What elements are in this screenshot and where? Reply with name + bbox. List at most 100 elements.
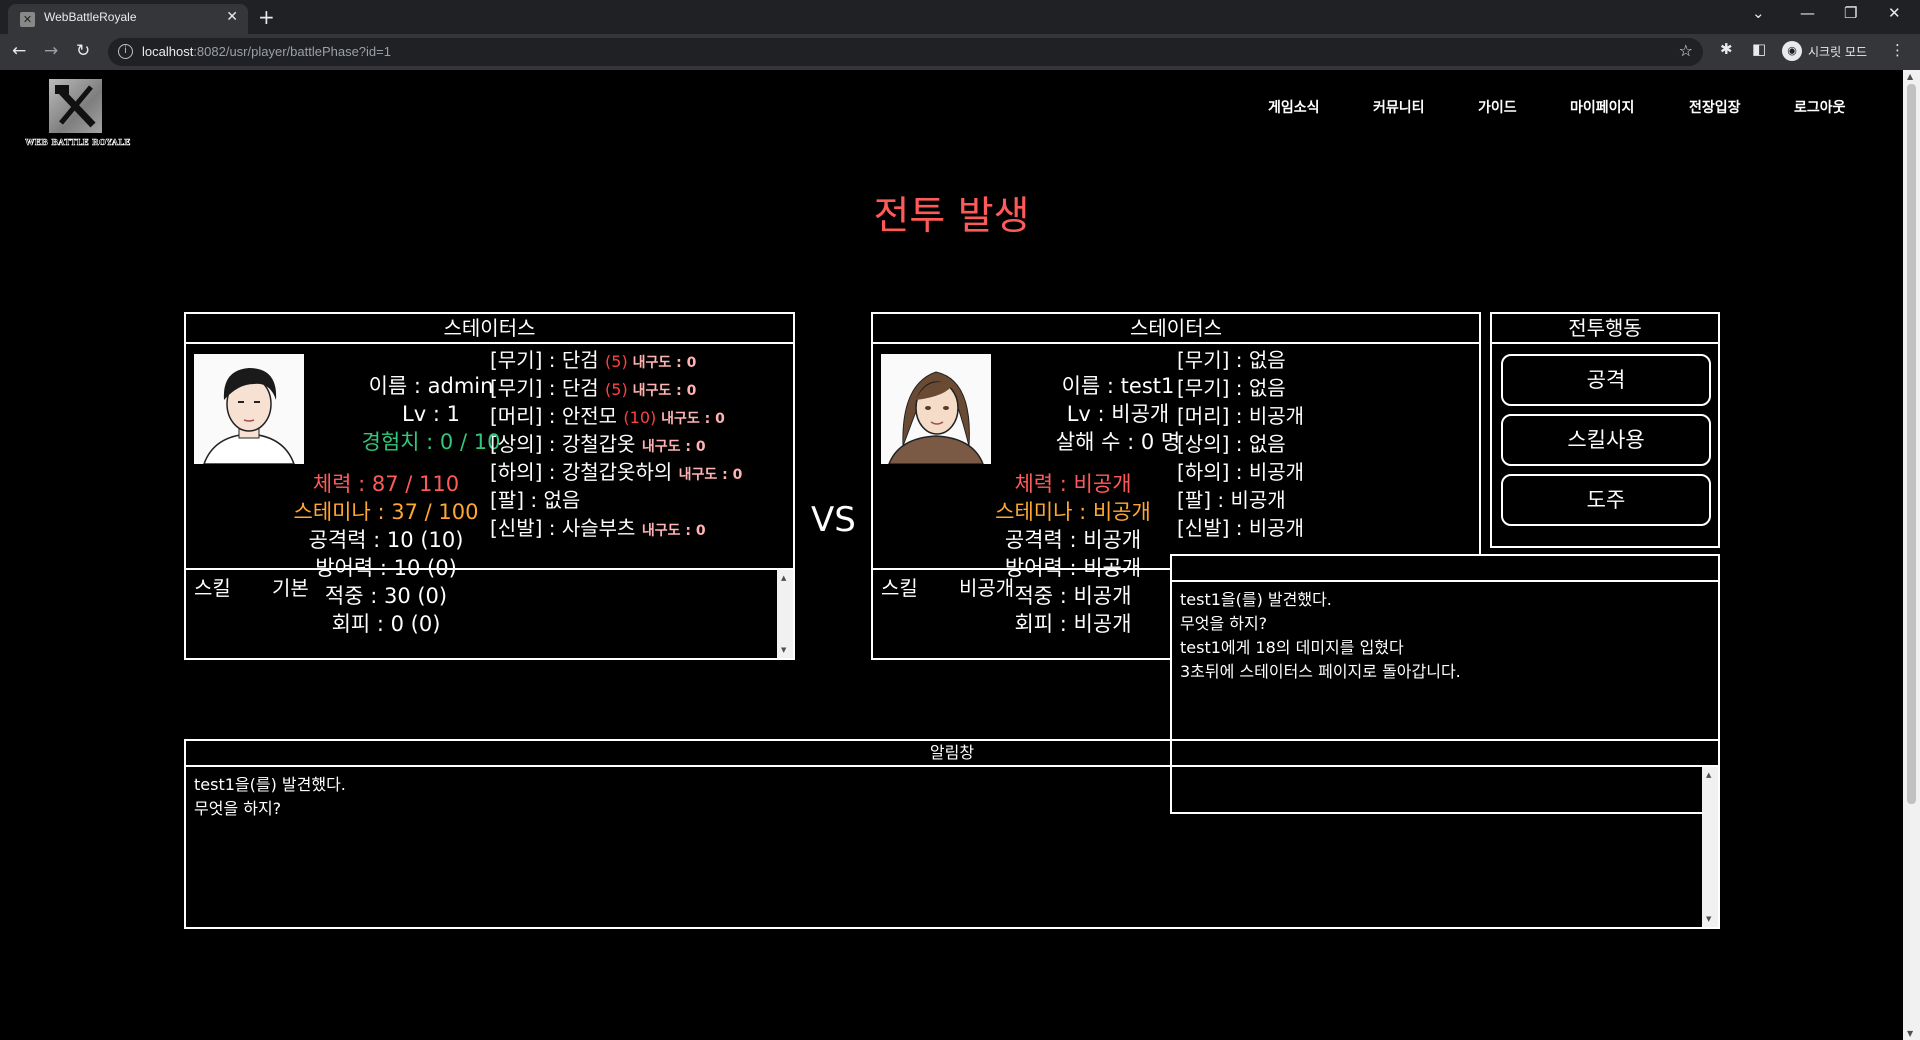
nav-logout[interactable]: 로그아웃 bbox=[1794, 97, 1846, 117]
alert-lines: test1을(를) 발견했다. 무엇을 하지? bbox=[194, 773, 346, 821]
use-skill-button[interactable]: 스킬사용 bbox=[1501, 414, 1711, 466]
player-portrait bbox=[194, 354, 304, 464]
player-skill-value: 기본 bbox=[272, 576, 309, 600]
site-logo[interactable]: WEB BATTLE ROYALE bbox=[17, 79, 139, 151]
vs-label: VS bbox=[811, 500, 856, 540]
player-skill-scrollbar[interactable]: ▲ ▼ bbox=[777, 570, 793, 658]
equip-label: [신발] : 사슬부츠 bbox=[490, 516, 642, 540]
browser-menu-icon[interactable]: ⋮ bbox=[1890, 41, 1905, 59]
scroll-down-icon[interactable]: ▼ bbox=[1907, 1029, 1913, 1038]
bookmark-star-icon[interactable]: ☆ bbox=[1679, 41, 1693, 60]
enemy-portrait bbox=[881, 354, 991, 464]
web-page: WEB BATTLE ROYALE 게임소식 커뮤니티 가이드 마이페이지 전장… bbox=[0, 70, 1903, 1040]
close-window-icon[interactable]: ✕ bbox=[1888, 4, 1901, 22]
battle-action-header: 전투행동 bbox=[1492, 314, 1718, 344]
alert-scrollbar[interactable]: ▲ ▼ bbox=[1702, 767, 1718, 927]
browser-tab[interactable]: ✕ WebBattleRoyale ✕ bbox=[8, 4, 248, 34]
tab-title: WebBattleRoyale bbox=[44, 10, 137, 24]
scroll-down-icon[interactable]: ▼ bbox=[781, 646, 786, 654]
enemy-hp: 체력 : 비공개 bbox=[1014, 472, 1132, 496]
equip-label: [하의] : 강철갑옷하의 bbox=[490, 460, 679, 484]
battle-action-panel: 전투행동 공격 스킬사용 도주 bbox=[1490, 312, 1720, 548]
log-line: 3초뒤에 스테이터스 페이지로 돌아갑니다. bbox=[1180, 662, 1461, 681]
flee-button[interactable]: 도주 bbox=[1501, 474, 1711, 526]
enemy-equip-top: [상의] : 없음 bbox=[1177, 432, 1286, 456]
restore-icon[interactable]: ❐ bbox=[1844, 4, 1857, 22]
player-skill-label: 스킬 bbox=[194, 576, 231, 600]
incognito-label: 시크릿 모드 bbox=[1808, 44, 1868, 59]
enemy-equip-bottom: [하의] : 비공개 bbox=[1177, 460, 1305, 484]
logo-text: WEB BATTLE ROYALE bbox=[25, 137, 131, 148]
site-info-icon[interactable]: i bbox=[118, 44, 133, 59]
reload-icon[interactable]: ↻ bbox=[76, 41, 90, 61]
equip-durability: 내구도 : 0 bbox=[656, 411, 725, 427]
scroll-up-icon[interactable]: ▲ bbox=[1706, 771, 1711, 779]
new-tab-icon[interactable]: + bbox=[258, 5, 275, 29]
scroll-up-icon[interactable]: ▲ bbox=[781, 574, 786, 582]
alert-panel: 알림창 test1을(를) 발견했다. 무엇을 하지? ▲ ▼ bbox=[184, 739, 1720, 929]
incognito-indicator[interactable]: ◉ 시크릿 모드 bbox=[1782, 39, 1867, 63]
enemy-skill-value: 비공개 bbox=[959, 576, 1015, 600]
battle-title: 전투 발생 bbox=[873, 194, 1030, 239]
equip-label: [머리] : 안전모 bbox=[490, 404, 624, 428]
nav-community[interactable]: 커뮤니티 bbox=[1373, 97, 1425, 117]
player-equip-arm: [팔] : 없음 bbox=[490, 486, 580, 514]
back-icon[interactable]: ← bbox=[12, 41, 26, 61]
url-field[interactable]: i localhost:8082/usr/player/battlePhase?… bbox=[108, 38, 1703, 66]
player-status-panel: 스테이터스 이름 : admin Lv : 1 경험치 : 0 / 10 체력 … bbox=[184, 312, 795, 660]
enemy-equip-weapon-1: [무기] : 없음 bbox=[1177, 348, 1286, 372]
page-scrollbar[interactable]: ▲ ▼ bbox=[1903, 70, 1920, 1040]
browser-tabbar: ✕ WebBattleRoyale ✕ + ⌄ — ❐ ✕ bbox=[0, 0, 1920, 34]
log-line: 무엇을 하지? bbox=[1180, 614, 1268, 633]
player-attack: 공격력 : 10 (10) bbox=[308, 528, 464, 552]
extensions-icon[interactable]: ✱ bbox=[1720, 40, 1733, 58]
equip-bonus: (5) bbox=[605, 352, 628, 371]
enemy-status-header: 스테이터스 bbox=[873, 314, 1479, 344]
address-bar-row: ← → ↻ i localhost:8082/usr/player/battle… bbox=[0, 34, 1920, 70]
battle-log-header bbox=[1172, 556, 1718, 582]
side-panel-icon[interactable]: ◧ bbox=[1752, 40, 1766, 58]
alert-header: 알림창 bbox=[186, 741, 1718, 767]
equip-durability: 내구도 : 0 bbox=[641, 439, 706, 455]
site-favicon-icon: ✕ bbox=[20, 12, 35, 27]
scroll-up-icon[interactable]: ▲ bbox=[1907, 72, 1913, 81]
minimize-icon[interactable]: — bbox=[1800, 4, 1815, 22]
equip-label: [무기] : 단검 bbox=[490, 348, 606, 372]
log-line: test1에게 18의 데미지를 입혔다 bbox=[1180, 638, 1404, 657]
equip-label: [무기] : 단검 bbox=[490, 376, 606, 400]
player-hp: 체력 : 87 / 110 bbox=[312, 472, 460, 496]
equip-durability: 내구도 : 0 bbox=[678, 467, 743, 483]
scrollbar-thumb[interactable] bbox=[1907, 84, 1916, 804]
close-tab-icon[interactable]: ✕ bbox=[226, 9, 238, 25]
equip-durability: 내구도 : 0 bbox=[641, 523, 706, 539]
log-line: test1을(를) 발견했다. bbox=[1180, 590, 1332, 609]
url-host: localhost bbox=[142, 44, 194, 59]
alert-line: 무엇을 하지? bbox=[194, 799, 282, 818]
nav-guide[interactable]: 가이드 bbox=[1478, 97, 1517, 117]
equip-bonus: (10) bbox=[623, 408, 657, 427]
enemy-skill-label: 스킬 bbox=[881, 576, 918, 600]
equip-bonus: (5) bbox=[605, 380, 628, 399]
logo-emblem bbox=[49, 79, 102, 133]
url-text[interactable]: localhost:8082/usr/player/battlePhase?id… bbox=[142, 44, 391, 59]
equip-label: [팔] : 없음 bbox=[490, 488, 581, 512]
player-equip-weapon-2: [무기] : 단검 (5) 내구도 : 0 bbox=[490, 374, 696, 405]
tab-search-icon[interactable]: ⌄ bbox=[1752, 4, 1765, 22]
player-equip-top: [상의] : 강철갑옷 내구도 : 0 bbox=[490, 430, 706, 461]
player-equip-bottom: [하의] : 강철갑옷하의 내구도 : 0 bbox=[490, 458, 742, 489]
enemy-equip-shoes: [신발] : 비공개 bbox=[1177, 516, 1305, 540]
forward-icon[interactable]: → bbox=[44, 41, 58, 61]
player-equip-weapon-1: [무기] : 단검 (5) 내구도 : 0 bbox=[490, 346, 696, 377]
equip-label: [상의] : 강철갑옷 bbox=[490, 432, 642, 456]
nav-my-page[interactable]: 마이페이지 bbox=[1570, 97, 1634, 117]
nav-game-news[interactable]: 게임소식 bbox=[1268, 97, 1320, 117]
equip-durability: 내구도 : 0 bbox=[627, 383, 697, 399]
enemy-stamina: 스테미나 : 비공개 bbox=[995, 500, 1151, 524]
scroll-down-icon[interactable]: ▼ bbox=[1706, 915, 1711, 923]
battle-log-lines: test1을(를) 발견했다. 무엇을 하지? test1에게 18의 데미지를… bbox=[1180, 588, 1461, 684]
player-skill-section: 스킬 기본 ▲ ▼ bbox=[186, 568, 793, 658]
nav-enter-battlefield[interactable]: 전장입장 bbox=[1689, 97, 1741, 117]
player-equip-head: [머리] : 안전모 (10) 내구도 : 0 bbox=[490, 402, 725, 433]
attack-button[interactable]: 공격 bbox=[1501, 354, 1711, 406]
alert-line: test1을(를) 발견했다. bbox=[194, 775, 346, 794]
